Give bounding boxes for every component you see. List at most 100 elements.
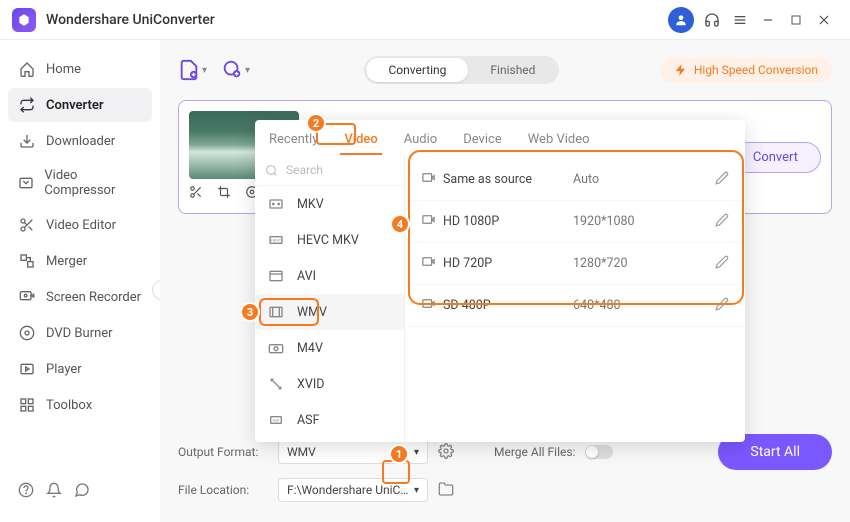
resolution-1080p[interactable]: HD 1080P1920*1080 [405,201,745,243]
chevron-down-icon: ▾ [414,485,419,496]
chevron-down-icon: ▾ [414,447,419,458]
file-location-value: F:\Wondershare UniConverter [287,483,414,497]
merger-icon [18,252,36,270]
film-icon [267,304,285,320]
annotation-4: 4 [390,214,410,234]
format-avi[interactable]: AVI [255,258,404,294]
sidebar-item-toolbox[interactable]: Toolbox [8,388,152,422]
format-m4v[interactable]: M4V [255,330,404,366]
close-button[interactable] [810,6,838,34]
edit-icon[interactable] [715,297,729,315]
merge-toggle[interactable] [585,445,613,459]
asf-icon: ASF [267,412,285,428]
sidebar-item-label: Toolbox [46,398,92,413]
settings-icon[interactable] [438,443,454,462]
status-tabs: Converting Finished [364,56,559,84]
sidebar-item-merger[interactable]: Merger [8,244,152,278]
hevc-icon: HEVC [267,232,285,248]
crop-icon[interactable] [217,185,231,203]
app-title: Wondershare UniConverter [46,12,215,28]
sidebar: Home Converter Downloader Video Compress… [0,40,160,522]
minimize-button[interactable] [754,6,782,34]
svg-text:HEVC: HEVC [271,237,282,242]
output-format-value: WMV [287,445,316,459]
content-topbar: ▾ ▾ Converting Finished High Speed Conve… [178,50,832,90]
format-hevcmkv[interactable]: HEVCHEVC MKV [255,222,404,258]
video-icon [421,170,443,189]
sidebar-item-label: DVD Burner [46,326,113,341]
sidebar-item-label: Merger [46,254,87,269]
sidebar-item-editor[interactable]: Video Editor [8,208,152,242]
high-speed-toggle[interactable]: High Speed Conversion [660,57,832,83]
tab-converting[interactable]: Converting [366,58,468,82]
file-location-dropdown[interactable]: F:\Wondershare UniConverter ▾ [278,478,428,502]
format-asf[interactable]: ASFASF [255,402,404,438]
feedback-icon[interactable] [74,482,90,502]
sidebar-item-player[interactable]: Player [8,352,152,386]
popup-tab-webvideo[interactable]: Web Video [524,126,594,155]
folder-icon[interactable] [438,481,454,500]
sidebar-item-compressor[interactable]: Video Compressor [8,160,152,206]
trim-icon[interactable] [189,185,203,203]
add-file-button[interactable]: ▾ [178,59,207,81]
format-wmv[interactable]: WMV [255,294,404,330]
sidebar-item-downloader[interactable]: Downloader [8,124,152,158]
user-avatar[interactable] [668,7,694,33]
video-icon [421,254,443,273]
help-icon[interactable] [18,482,34,502]
home-icon [18,60,36,78]
download-icon [18,132,36,150]
titlebar: Wondershare UniConverter [0,0,850,40]
sidebar-item-converter[interactable]: Converter [8,88,152,122]
popup-tab-video[interactable]: Video [340,126,381,155]
annotation-3: 3 [240,302,260,322]
sidebar-item-recorder[interactable]: Screen Recorder [8,280,152,314]
popup-tab-device[interactable]: Device [459,126,506,155]
hsc-label: High Speed Conversion [694,63,818,77]
sidebar-item-label: Video Editor [46,218,116,233]
format-mkv[interactable]: MKV [255,186,404,222]
file-location-label: File Location: [178,483,268,497]
edit-icon[interactable] [715,171,729,189]
add-url-button[interactable]: ▾ [221,59,250,81]
sidebar-item-dvd[interactable]: DVD Burner [8,316,152,350]
edit-icon[interactable] [715,255,729,273]
sidebar-item-label: Video Compressor [44,168,142,198]
headset-icon[interactable] [698,6,726,34]
tab-finished[interactable]: Finished [468,58,557,82]
grid-icon [18,396,36,414]
scissors-icon [18,216,36,234]
popup-tab-audio[interactable]: Audio [400,126,441,155]
merge-label: Merge All Files: [494,445,575,459]
resolution-480p[interactable]: SD 480P640*480 [405,285,745,327]
play-icon [18,360,36,378]
resolution-720p[interactable]: HD 720P1280*720 [405,243,745,285]
search-icon [265,164,278,177]
output-format-label: Output Format: [178,445,268,459]
search-placeholder: Search [286,163,323,177]
annotation-2: 2 [306,113,326,133]
format-search[interactable]: Search [255,155,404,186]
disc-icon [18,324,36,342]
sidebar-item-label: Home [46,62,81,77]
maximize-button[interactable] [782,6,810,34]
video-icon [421,296,443,315]
edit-icon[interactable] [715,213,729,231]
video-file-icon [267,196,285,212]
svg-text:ASF: ASF [272,417,280,422]
app-logo [12,8,36,32]
bell-icon[interactable] [46,482,62,502]
camera-icon [267,340,285,356]
recorder-icon [18,288,36,306]
sidebar-item-label: Downloader [46,134,115,149]
converter-icon [18,96,36,114]
menu-icon[interactable] [726,6,754,34]
resolution-same[interactable]: Same as sourceAuto [405,159,745,201]
video-icon [421,212,443,231]
sidebar-item-home[interactable]: Home [8,52,152,86]
film-icon [267,268,285,284]
format-xvid[interactable]: XVID [255,366,404,402]
sidebar-item-label: Player [46,362,82,377]
compressor-icon [18,174,34,192]
sidebar-item-label: Screen Recorder [46,290,141,305]
